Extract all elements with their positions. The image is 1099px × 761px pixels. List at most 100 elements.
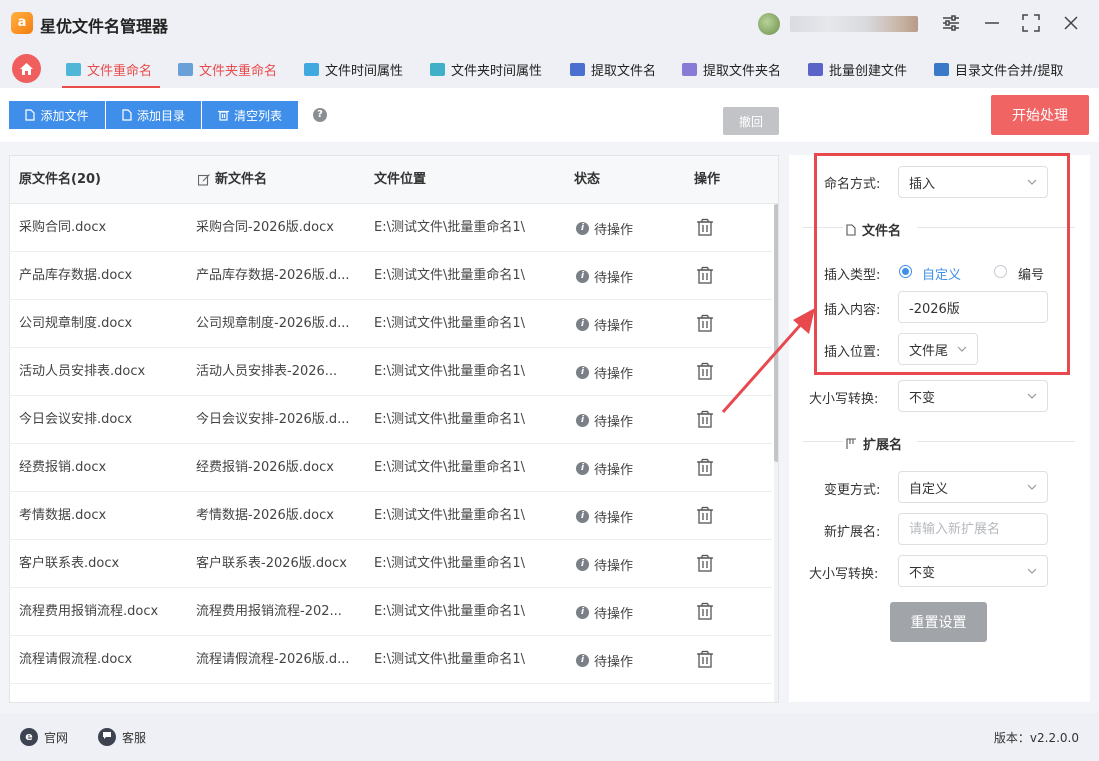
- insert-content-label: 插入内容:: [824, 303, 881, 318]
- chevron-down-icon: [1027, 393, 1037, 399]
- table-row[interactable]: 流程请假流程.docx 流程请假流程-2026版.d... E:\测试文件\批量重命…: [10, 636, 772, 684]
- cell-status: i 待操作: [576, 588, 676, 636]
- table-row[interactable]: 经费报销.docx 经费报销-2026版.docx E:\测试文件\批量重命名1\ i…: [10, 444, 772, 492]
- col-location: 文件位置: [374, 172, 427, 187]
- cell-new-name: 流程请假流程-2026版.d...: [196, 652, 350, 667]
- insert-type-custom-radio[interactable]: [899, 265, 912, 278]
- settings-icon[interactable]: [940, 12, 962, 34]
- scrollbar-thumb[interactable]: [774, 204, 778, 462]
- change-mode-label: 变更方式:: [824, 483, 881, 498]
- cell-location: E:\测试文件\批量重命名1\: [374, 364, 526, 379]
- add-directory-button[interactable]: 添加目录: [106, 101, 201, 129]
- case-conversion-label: 大小写转换:: [809, 392, 879, 407]
- table-row[interactable]: 活动人员安排表.docx 活动人员安排表-2026... E:\测试文件\批量重命名…: [10, 348, 772, 396]
- home-button[interactable]: [12, 54, 41, 83]
- insert-type-number-radio[interactable]: [994, 265, 1007, 278]
- cell-location: E:\测试文件\批量重命名1\: [374, 460, 526, 475]
- insert-type-custom-label[interactable]: 自定义: [922, 264, 961, 283]
- clear-list-button[interactable]: 清空列表: [202, 101, 298, 129]
- file-time-icon: [304, 62, 319, 76]
- reset-settings-button[interactable]: 重置设置: [890, 602, 987, 642]
- chevron-down-icon: [957, 346, 967, 352]
- website-link[interactable]: e 官网: [20, 728, 68, 746]
- tab-folder-rename[interactable]: 文件夹重命名: [178, 58, 277, 80]
- info-icon: i: [576, 653, 589, 667]
- insert-position-select[interactable]: 文件尾: [898, 333, 978, 365]
- case-conversion-select[interactable]: 不变: [898, 380, 1048, 412]
- table-row[interactable]: 流程费用报销流程.docx 流程费用报销流程-202... E:\测试文件\批量重命…: [10, 588, 772, 636]
- cell-status: i 待操作: [576, 492, 676, 540]
- table-row[interactable]: 今日会议安排.docx 今日会议安排-2026版.d... E:\测试文件\批量重命…: [10, 396, 772, 444]
- col-status: 状态: [574, 172, 601, 187]
- avatar[interactable]: [758, 13, 780, 35]
- insert-type-number-label[interactable]: 编号: [1018, 264, 1044, 283]
- tab-batch-create[interactable]: 批量创建文件: [808, 58, 907, 80]
- maximize-icon[interactable]: [1020, 12, 1042, 34]
- naming-mode-select[interactable]: 插入: [898, 166, 1048, 198]
- table-row[interactable]: 客户联系表.docx 客户联系表-2026版.docx E:\测试文件\批量重命名1…: [10, 540, 772, 588]
- cell-new-name: 考情数据-2026版.docx: [196, 508, 334, 523]
- rename-folder-icon: [178, 62, 193, 76]
- add-file-button[interactable]: 添加文件: [9, 101, 105, 129]
- cell-new-name: 公司规章制度-2026版.d...: [196, 316, 350, 331]
- divider: [917, 441, 1075, 442]
- batch-create-icon: [808, 62, 823, 76]
- delete-row-icon[interactable]: [696, 218, 714, 236]
- delete-row-icon[interactable]: [696, 554, 714, 572]
- cell-original-name: 产品库存数据.docx: [19, 268, 133, 283]
- file-table: 原文件名(20) 新文件名 文件位置 状态 操作 采购合同.docx 采购合同-2…: [9, 155, 779, 703]
- cell-original-name: 活动人员安排表.docx: [19, 364, 146, 379]
- table-row[interactable]: 采购合同.docx 采购合同-2026版.docx E:\测试文件\批量重命名1\ i…: [10, 204, 772, 252]
- delete-row-icon[interactable]: [696, 458, 714, 476]
- edit-icon: [198, 174, 210, 186]
- delete-row-icon[interactable]: [696, 602, 714, 620]
- merge-extract-icon: [934, 62, 949, 76]
- delete-row-icon[interactable]: [696, 266, 714, 284]
- tab-extract-foldername[interactable]: 提取文件夹名: [682, 58, 781, 80]
- table-row[interactable]: 产品库存数据.docx 产品库存数据-2026版.d... E:\测试文件\批量重命…: [10, 252, 772, 300]
- footer: e 官网 客服 版本：v2.2.0.0: [0, 713, 1099, 761]
- delete-row-icon[interactable]: [696, 314, 714, 332]
- table-row[interactable]: 考情数据.docx 考情数据-2026版.docx E:\测试文件\批量重命名1\ i…: [10, 492, 772, 540]
- start-processing-button[interactable]: 开始处理: [991, 95, 1089, 135]
- tab-folder-time[interactable]: 文件夹时间属性: [430, 58, 542, 80]
- cell-original-name: 今日会议安排.docx: [19, 412, 133, 427]
- info-icon: i: [576, 221, 589, 235]
- app-title: 星优文件名管理器: [40, 17, 169, 36]
- change-mode-select[interactable]: 自定义: [898, 471, 1048, 503]
- info-icon: i: [576, 509, 589, 523]
- delete-row-icon[interactable]: [696, 362, 714, 380]
- insert-position-label: 插入位置:: [824, 345, 881, 360]
- cell-new-name: 客户联系表-2026版.docx: [196, 556, 347, 571]
- tab-extract-filename[interactable]: 提取文件名: [570, 58, 656, 80]
- extension-section-title: 扩展名: [846, 434, 902, 453]
- delete-row-icon[interactable]: [696, 410, 714, 428]
- tab-file-rename[interactable]: 文件重命名: [66, 58, 152, 80]
- table-scrollbar[interactable]: [774, 204, 778, 702]
- insert-content-input[interactable]: [898, 291, 1048, 323]
- help-icon[interactable]: ?: [313, 108, 327, 122]
- delete-row-icon[interactable]: [696, 506, 714, 524]
- info-icon: i: [576, 317, 589, 331]
- version-label: 版本：v2.2.0.0: [993, 731, 1079, 745]
- minimize-icon[interactable]: [981, 12, 1003, 34]
- cell-original-name: 流程请假流程.docx: [19, 652, 133, 667]
- cell-original-name: 考情数据.docx: [19, 508, 107, 523]
- delete-row-icon[interactable]: [696, 650, 714, 668]
- col-original-name: 原文件名(20): [19, 172, 101, 187]
- chevron-down-icon: [1027, 568, 1037, 574]
- cell-status: i 待操作: [576, 204, 676, 252]
- support-link[interactable]: 客服: [98, 728, 146, 746]
- table-header: 原文件名(20) 新文件名 文件位置 状态 操作: [10, 156, 778, 204]
- tab-merge-extract[interactable]: 目录文件合并/提取: [934, 58, 1063, 80]
- cell-status: i 待操作: [576, 396, 676, 444]
- table-row[interactable]: 公司规章制度.docx 公司规章制度-2026版.d... E:\测试文件\批量重命…: [10, 300, 772, 348]
- new-extension-input[interactable]: [898, 513, 1048, 545]
- chevron-down-icon: [1027, 484, 1037, 490]
- tab-file-time[interactable]: 文件时间属性: [304, 58, 403, 80]
- undo-button[interactable]: 撤回: [723, 107, 779, 135]
- close-icon[interactable]: [1060, 12, 1082, 34]
- rename-file-icon: [66, 62, 81, 76]
- folder-time-icon: [430, 62, 445, 76]
- ext-case-conversion-select[interactable]: 不变: [898, 555, 1048, 587]
